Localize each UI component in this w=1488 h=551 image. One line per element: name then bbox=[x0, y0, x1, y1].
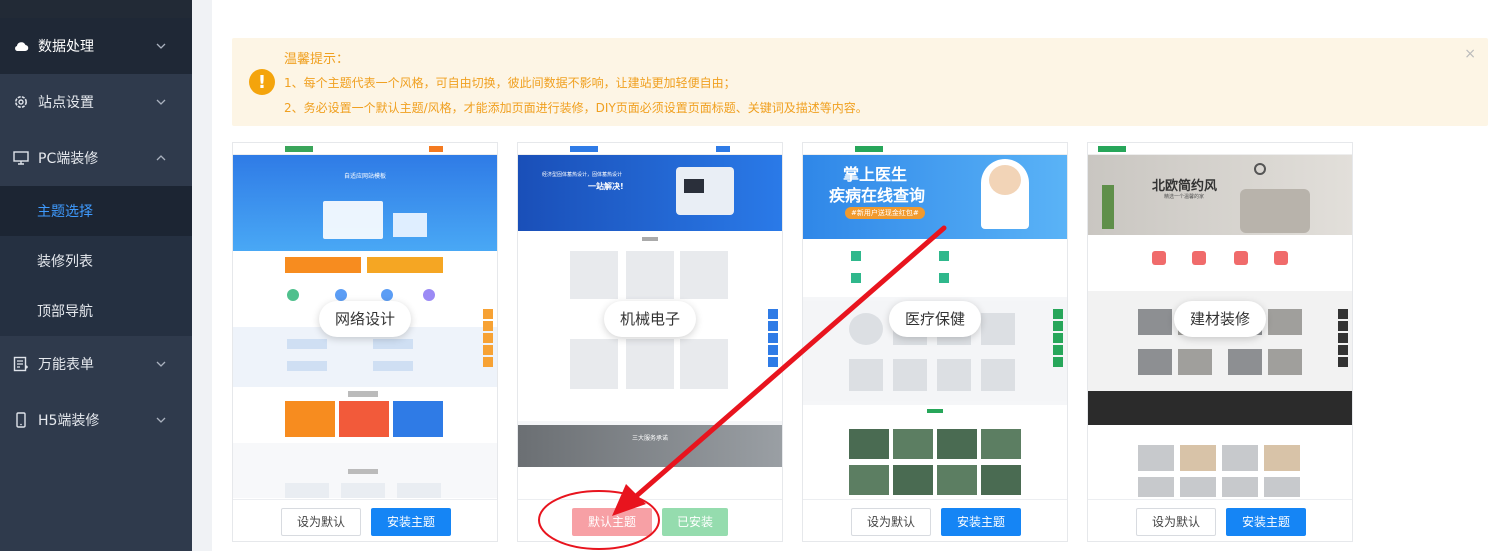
sidebar-item-site-settings[interactable]: 站点设置 bbox=[0, 74, 192, 130]
theme-preview-image[interactable]: 自适应网站模板 网络设计 bbox=[233, 143, 497, 498]
phone-icon bbox=[12, 411, 30, 429]
main-panel: ! 温馨提示： 1、每个主题代表一个风格，可自由切换，彼此间数据不影响，让建站更… bbox=[212, 0, 1488, 551]
sidebar-item-label: 万能表单 bbox=[38, 357, 94, 373]
chevron-up-icon bbox=[156, 155, 166, 161]
preview-hero-text: #新用户送现金红包# bbox=[845, 207, 925, 219]
set-default-button[interactable]: 设为默认 bbox=[1136, 508, 1216, 536]
sidebar-top-strip bbox=[0, 0, 192, 18]
warning-icon: ! bbox=[249, 69, 275, 95]
sidebar-item-forms[interactable]: 万能表单 bbox=[0, 336, 192, 392]
chevron-down-icon bbox=[156, 99, 166, 105]
install-theme-button[interactable]: 安装主题 bbox=[371, 508, 451, 536]
theme-card-footer: 设为默认 安装主题 bbox=[803, 499, 1067, 541]
sidebar-item-label: PC端装修 bbox=[38, 151, 99, 167]
chevron-down-icon bbox=[156, 43, 166, 49]
theme-card-footer: 设为默认 安装主题 bbox=[1088, 499, 1352, 541]
theme-card-footer: 默认主题 已安装 bbox=[518, 499, 782, 541]
theme-card: 掌上医生 疾病在线查询 #新用户送现金红包# 医疗保健 设为默认 安装主题 bbox=[802, 142, 1068, 542]
theme-name-label: 网络设计 bbox=[318, 301, 412, 337]
tips-alert: ! 温馨提示： 1、每个主题代表一个风格，可自由切换，彼此间数据不影响，让建站更… bbox=[232, 38, 1488, 126]
theme-card: 经济型固体蓄热设计，固体蓄热设计 一站解决! 三大服务承诺 机械电子 默认主题 … bbox=[517, 142, 783, 542]
form-icon bbox=[12, 355, 30, 373]
preview-band-text: 三大服务承诺 bbox=[631, 435, 668, 442]
preview-hero-text: 经济型固体蓄热设计，固体蓄热设计 bbox=[542, 172, 623, 178]
theme-preview-image[interactable]: 掌上医生 疾病在线查询 #新用户送现金红包# 医疗保健 bbox=[803, 143, 1067, 498]
default-theme-button[interactable]: 默认主题 bbox=[572, 508, 652, 536]
theme-name-label: 建材装修 bbox=[1173, 301, 1267, 337]
chevron-down-icon bbox=[156, 361, 166, 367]
installed-button[interactable]: 已安装 bbox=[662, 508, 728, 536]
theme-name-label: 机械电子 bbox=[603, 301, 697, 337]
sidebar-item-data[interactable]: 数据处理 bbox=[0, 18, 192, 74]
theme-preview-image[interactable]: 经济型固体蓄热设计，固体蓄热设计 一站解决! 三大服务承诺 机械电子 bbox=[518, 143, 782, 498]
sidebar: 数据处理 站点设置 PC端装修 主题选择 装修列表 顶部导航 万能表单 H5端装… bbox=[0, 0, 192, 551]
alert-line: 2、务必设置一个默认主题/风格，才能添加页面进行装修，DIY页面必须设置页面标题… bbox=[284, 101, 868, 115]
sidebar-item-label: 数据处理 bbox=[38, 39, 94, 55]
sidebar-item-pc-decoration[interactable]: PC端装修 bbox=[0, 130, 192, 186]
preview-hero-text: 北欧简约风 bbox=[1152, 179, 1218, 194]
alert-title: 温馨提示： bbox=[284, 52, 350, 67]
theme-card: 自适应网站模板 网络设计 设为默认 安装主题 bbox=[232, 142, 498, 542]
sidebar-item-label: H5端装修 bbox=[38, 413, 100, 429]
set-default-button[interactable]: 设为默认 bbox=[851, 508, 931, 536]
sidebar-subitem-theme-select[interactable]: 主题选择 bbox=[0, 186, 192, 236]
theme-card: 北欧简约风 精选一个温馨的家 建材装修 设为默认 安装主题 bbox=[1087, 142, 1353, 542]
set-default-button[interactable]: 设为默认 bbox=[281, 508, 361, 536]
sidebar-subitem-decoration-list[interactable]: 装修列表 bbox=[0, 236, 192, 286]
theme-preview-image[interactable]: 北欧简约风 精选一个温馨的家 建材装修 bbox=[1088, 143, 1352, 498]
alert-line: 1、每个主题代表一个风格，可自由切换，彼此间数据不影响，让建站更加轻便自由； bbox=[284, 76, 736, 90]
preview-hero-text: 一站解决! bbox=[588, 182, 624, 191]
preview-hero-text: 疾病在线查询 bbox=[829, 186, 926, 205]
chevron-down-icon bbox=[156, 417, 166, 423]
gear-icon bbox=[12, 93, 30, 111]
sidebar-item-label: 站点设置 bbox=[38, 95, 94, 111]
cloud-icon bbox=[12, 37, 30, 55]
sidebar-subitem-top-nav[interactable]: 顶部导航 bbox=[0, 286, 192, 336]
preview-hero-text: 自适应网站模板 bbox=[343, 173, 386, 180]
install-theme-button[interactable]: 安装主题 bbox=[941, 508, 1021, 536]
sidebar-item-h5-decoration[interactable]: H5端装修 bbox=[0, 392, 192, 448]
theme-name-label: 医疗保健 bbox=[888, 301, 982, 337]
preview-hero-text: 精选一个温馨的家 bbox=[1164, 194, 1205, 200]
install-theme-button[interactable]: 安装主题 bbox=[1226, 508, 1306, 536]
monitor-icon bbox=[12, 149, 30, 167]
theme-card-footer: 设为默认 安装主题 bbox=[233, 499, 497, 541]
close-icon[interactable]: × bbox=[1464, 46, 1476, 62]
